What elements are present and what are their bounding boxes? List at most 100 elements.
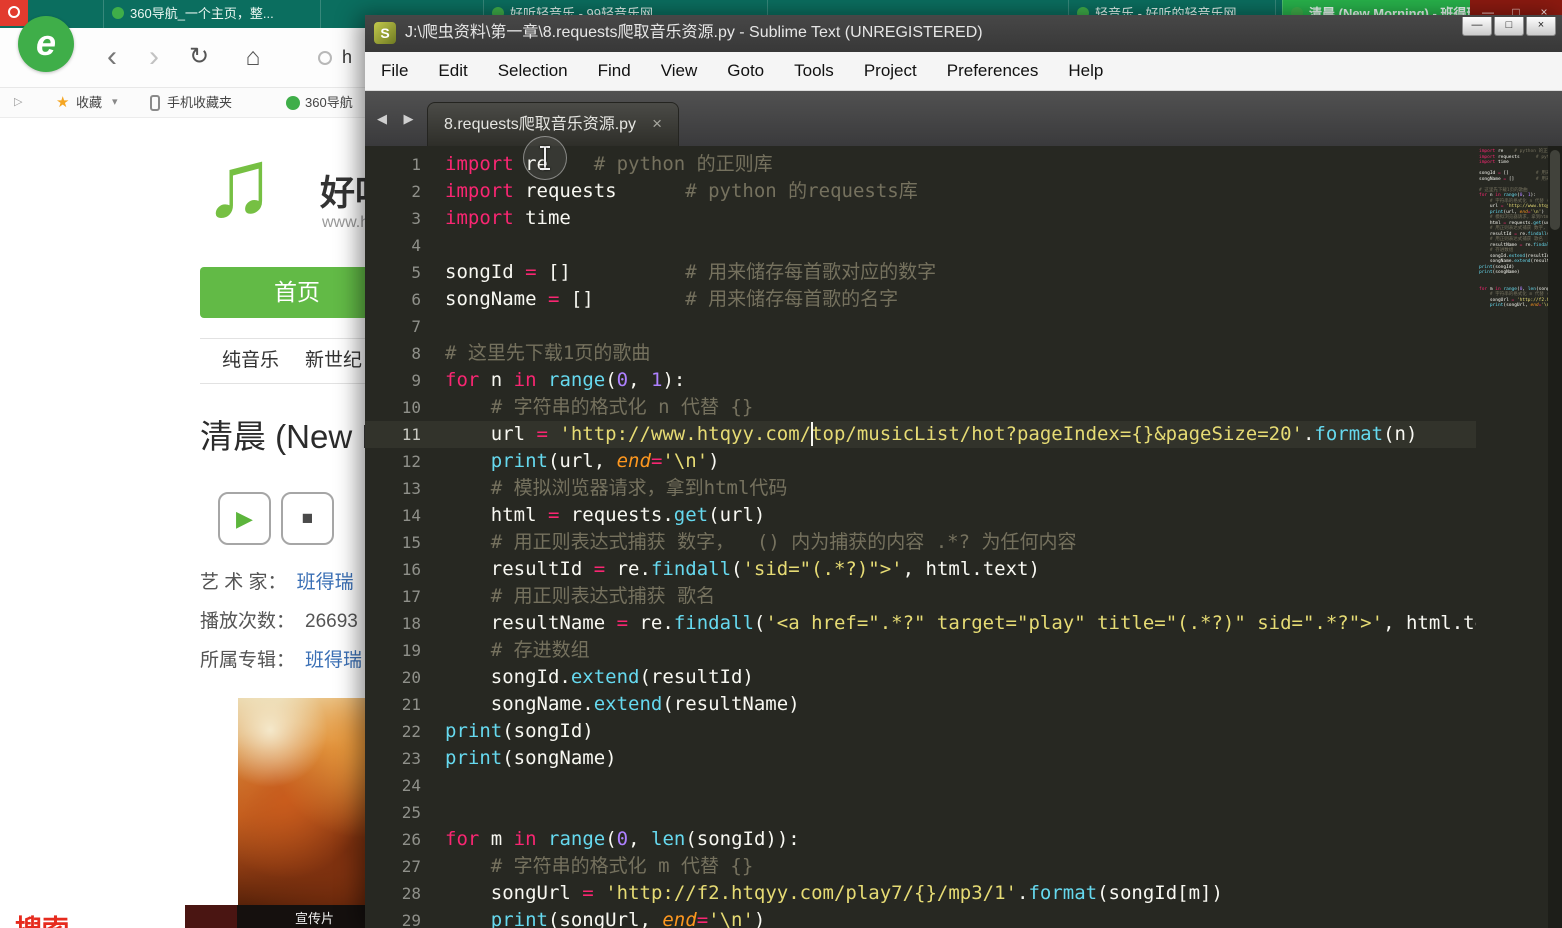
scrollbar[interactable] bbox=[1548, 146, 1562, 928]
maximize-button[interactable]: □ bbox=[1494, 17, 1524, 36]
search-label[interactable]: 搜索 bbox=[15, 908, 69, 928]
home-icon[interactable]: ⌂ bbox=[236, 28, 270, 88]
tab-scroll-left-icon[interactable]: ◀ bbox=[377, 91, 387, 146]
minimap-line-29[interactable]: 29 print(songUrl, end='\n') bbox=[1476, 303, 1548, 309]
360-icon bbox=[286, 96, 300, 110]
line-number: 16 bbox=[401, 560, 421, 579]
homepage-button[interactable]: 首页 bbox=[200, 267, 365, 318]
code-line-10[interactable]: 10 # 字符串的格式化 n 代替 {} bbox=[365, 394, 1562, 421]
tab-scroll-right-icon[interactable]: ▶ bbox=[403, 91, 413, 146]
code-line-21[interactable]: 21 songName.extend(resultName) bbox=[365, 691, 1562, 718]
line-number: 15 bbox=[401, 533, 421, 552]
code-line-16[interactable]: 16 resultId = re.findall('sid="(.*?)">',… bbox=[365, 556, 1562, 583]
site-name: 好听轻音乐 bbox=[320, 174, 365, 213]
desktop: 360导航_一个主页，整... 好听轻音乐 - 99轻音乐网 轻音乐 - 好听的轻音… bbox=[0, 0, 1562, 928]
menu-view[interactable]: View bbox=[649, 52, 710, 90]
info-label: 播放次数： bbox=[200, 611, 296, 632]
browser-logo[interactable]: e bbox=[18, 16, 74, 72]
code-line-2[interactable]: 2 import requests # python 的requests库 bbox=[365, 178, 1562, 205]
address-bar[interactable]: h bbox=[342, 28, 352, 88]
code-text: # 用正则表达式捕获 数字， () 内为捕获的内容 .*? 为任何内容 bbox=[490, 531, 1077, 553]
scrollbar-thumb[interactable] bbox=[1550, 150, 1560, 230]
code-line-11[interactable]: 11 url = 'http://www.htqyy.com/top/music… bbox=[365, 421, 1562, 448]
favorites-button[interactable]: 收藏 bbox=[76, 88, 102, 118]
menu-help[interactable]: Help bbox=[1056, 52, 1115, 90]
code-editor[interactable]: 1 import re # python 的正则库 2 import requests… bbox=[365, 146, 1562, 928]
menu-goto[interactable]: Goto bbox=[715, 52, 776, 90]
browser-tab-1[interactable]: 360导航_一个主页，整... bbox=[103, 0, 321, 28]
bookmark-360nav[interactable]: 360导航 bbox=[305, 88, 353, 118]
menu-selection[interactable]: Selection bbox=[486, 52, 580, 90]
forward-button[interactable]: › bbox=[137, 28, 171, 88]
site-info-icon[interactable] bbox=[318, 51, 332, 65]
code-text: # 用正则表达式捕获 歌名 bbox=[490, 585, 716, 607]
page-nav-tab-2[interactable]: 新世纪 bbox=[305, 339, 362, 383]
code-line-8[interactable]: 8 # 这里先下载1页的歌曲 bbox=[365, 340, 1562, 367]
menu-file[interactable]: File bbox=[369, 52, 420, 90]
code-text: print(url, end='\n') bbox=[490, 450, 720, 472]
code-line-28[interactable]: 28 songUrl = 'http://f2.htqyy.com/play7/… bbox=[365, 880, 1562, 907]
code-line-9[interactable]: 9 for n in range(0, 1): bbox=[365, 367, 1562, 394]
tab-close-icon[interactable]: × bbox=[652, 114, 662, 133]
code-line-13[interactable]: 13 # 模拟浏览器请求，拿到html代码 bbox=[365, 475, 1562, 502]
code-text: for m in range(0, len(songId)): bbox=[445, 828, 800, 850]
browser-toolbar: e ‹ › ↻ ⌂ h bbox=[0, 16, 365, 88]
code-line-20[interactable]: 20 songId.extend(resultId) bbox=[365, 664, 1562, 691]
line-number: 7 bbox=[411, 317, 421, 336]
line-number: 25 bbox=[401, 803, 421, 822]
back-button[interactable]: ‹ bbox=[95, 28, 129, 88]
code-line-12[interactable]: 12 print(url, end='\n') bbox=[365, 448, 1562, 475]
menu-project[interactable]: Project bbox=[852, 52, 929, 90]
code-line-26[interactable]: 26 for m in range(0, len(songId)): bbox=[365, 826, 1562, 853]
minimize-button[interactable]: — bbox=[1462, 17, 1492, 36]
line-number: 13 bbox=[401, 479, 421, 498]
minimap[interactable]: 1import re # python 的正则库2import requests… bbox=[1476, 146, 1548, 928]
code-line-18[interactable]: 18 resultName = re.findall('<a href=".*?… bbox=[365, 610, 1562, 637]
code-line-19[interactable]: 19 # 存进数组 bbox=[365, 637, 1562, 664]
bookmark-mobile-folder[interactable]: 手机收藏夹 bbox=[167, 88, 232, 118]
menu-edit[interactable]: Edit bbox=[426, 52, 479, 90]
code-line-6[interactable]: 6 songName = [] # 用来储存每首歌的名字 bbox=[365, 286, 1562, 313]
code-text: html = requests.get(url) bbox=[445, 504, 766, 526]
menu-preferences[interactable]: Preferences bbox=[935, 52, 1051, 90]
code-text: songUrl = 'http://f2.htqyy.com/play7/{}/… bbox=[445, 882, 1223, 904]
code-line-22[interactable]: 22 print(songId) bbox=[365, 718, 1562, 745]
code-line-5[interactable]: 5 songId = [] # 用来储存每首歌对应的数字 bbox=[365, 259, 1562, 286]
menu-tools[interactable]: Tools bbox=[782, 52, 846, 90]
code-line-3[interactable]: 3 import time bbox=[365, 205, 1562, 232]
site-url: www.htqyy.com bbox=[322, 214, 365, 231]
stop-button[interactable]: ■ bbox=[281, 492, 334, 545]
code-line-7[interactable]: 7 bbox=[365, 313, 1562, 340]
menu-find[interactable]: Find bbox=[586, 52, 643, 90]
play-button[interactable]: ▶ bbox=[218, 492, 271, 545]
line-number: 11 bbox=[401, 425, 421, 444]
browser-tab-label: 360导航_一个主页，整... bbox=[130, 6, 274, 21]
info-value[interactable]: 班得瑞 bbox=[305, 650, 362, 671]
code-line-27[interactable]: 27 # 字符串的格式化 m 代替 {} bbox=[365, 853, 1562, 880]
refresh-icon[interactable]: ↻ bbox=[182, 28, 216, 88]
info-row: 播放次数： 26693 bbox=[200, 609, 362, 635]
page-nav-tab-1[interactable]: 纯音乐 bbox=[222, 339, 279, 383]
code-text: # 字符串的格式化 n 代替 {} bbox=[490, 396, 754, 418]
line-number: 28 bbox=[401, 884, 421, 903]
line-number: 6 bbox=[411, 290, 421, 309]
code-line-15[interactable]: 15 # 用正则表达式捕获 数字， () 内为捕获的内容 .*? 为任何内容 bbox=[365, 529, 1562, 556]
sublime-window-controls: — □ × bbox=[1460, 15, 1556, 36]
code-line-24[interactable]: 24 bbox=[365, 772, 1562, 799]
code-line-14[interactable]: 14 html = requests.get(url) bbox=[365, 502, 1562, 529]
chevron-down-icon[interactable]: ▾ bbox=[112, 88, 118, 118]
window-title: J:\爬虫资料\第一章\8.requests爬取音乐资源.py - Sublim… bbox=[405, 24, 983, 41]
collapse-sidebar-icon[interactable]: ▷ bbox=[14, 88, 22, 118]
code-line-23[interactable]: 23 print(songName) bbox=[365, 745, 1562, 772]
code-line-4[interactable]: 4 bbox=[365, 232, 1562, 259]
close-button[interactable]: × bbox=[1526, 17, 1556, 36]
minimap-line-6[interactable]: 6songName = [] # 用来储存每首歌的名字 bbox=[1476, 177, 1548, 183]
promo-thumbnail bbox=[185, 905, 237, 928]
code-line-29[interactable]: 29 print(songUrl, end='\n') bbox=[365, 907, 1562, 928]
info-value[interactable]: 班得瑞 bbox=[297, 572, 354, 593]
code-line-17[interactable]: 17 # 用正则表达式捕获 歌名 bbox=[365, 583, 1562, 610]
browser-menu-icon[interactable] bbox=[0, 0, 28, 26]
code-line-25[interactable]: 25 bbox=[365, 799, 1562, 826]
code-text: print(songUrl, end='\n') bbox=[490, 909, 766, 928]
line-number: 10 bbox=[401, 398, 421, 417]
